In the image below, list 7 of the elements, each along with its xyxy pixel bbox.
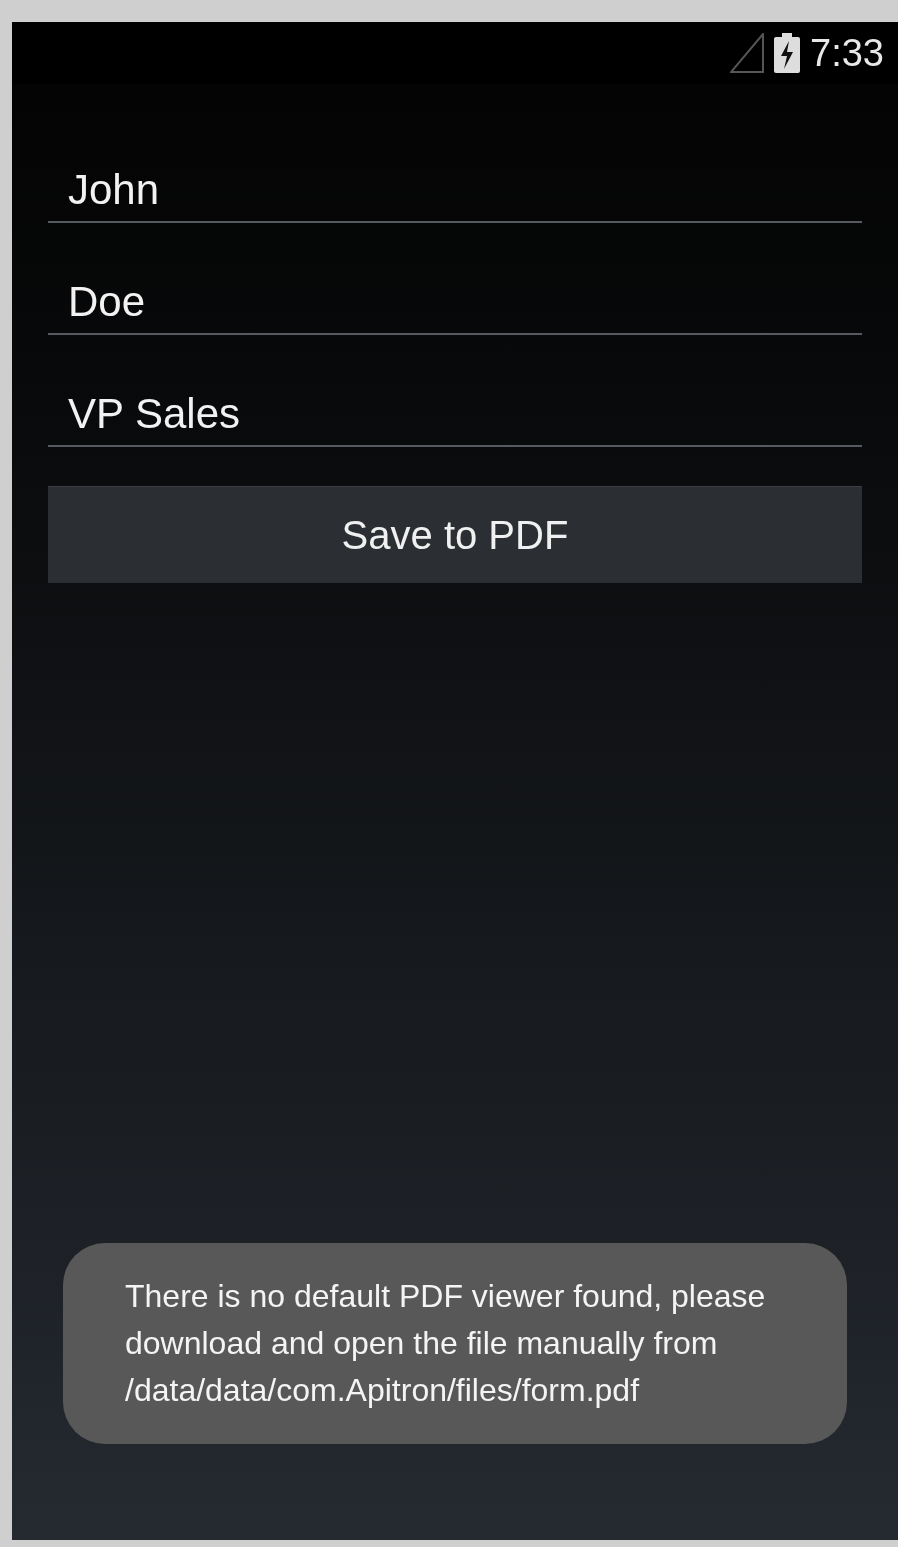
save-button[interactable]: Save to PDF (48, 486, 862, 583)
toast-message: There is no default PDF viewer found, please download and open the file manually from /data/data/com.Apitron/files/form.pdf (63, 1243, 847, 1444)
text-field[interactable]: VP Sales (48, 336, 862, 447)
clock-time: 7:33 (810, 34, 884, 72)
signal-icon (730, 33, 765, 73)
text-field[interactable]: John (48, 112, 862, 223)
text-field[interactable]: Doe (48, 224, 862, 335)
